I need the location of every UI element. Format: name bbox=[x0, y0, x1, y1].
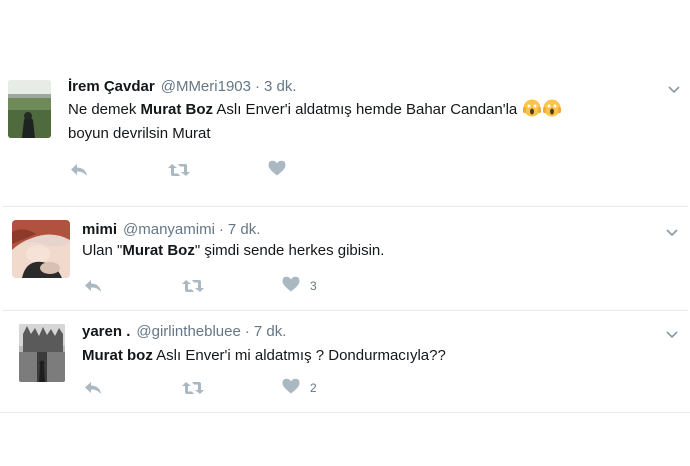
reply-icon[interactable] bbox=[84, 276, 102, 296]
tweet[interactable]: yaren . @girlinthebluee · 7 dk. Murat boz A… bbox=[2, 310, 688, 413]
heart-icon bbox=[282, 276, 300, 297]
text-segment: Ulan " bbox=[82, 242, 123, 259]
heart-icon bbox=[282, 378, 300, 399]
text-segment: Ne demek bbox=[68, 101, 141, 118]
text-segment: boyun devrilsin Murat bbox=[68, 125, 211, 142]
like-button[interactable] bbox=[268, 160, 296, 180]
like-button[interactable]: 2 bbox=[282, 378, 317, 398]
retweet-icon[interactable] bbox=[182, 276, 204, 296]
chevron-down-icon[interactable] bbox=[666, 327, 678, 339]
tweet[interactable]: mimi @manyamimi · 7 dk. Ulan "Murat Boz" şi… bbox=[2, 206, 688, 309]
retweet-icon[interactable] bbox=[182, 378, 204, 398]
mention-text: Murat Boz bbox=[122, 242, 195, 259]
reply-icon[interactable] bbox=[70, 160, 88, 180]
user-handle[interactable]: @MMeri1903 bbox=[161, 78, 251, 95]
mention-text: Murat boz bbox=[82, 347, 153, 364]
retweet-icon[interactable] bbox=[168, 160, 190, 180]
separator: · bbox=[244, 323, 250, 340]
screaming-face-icon bbox=[543, 99, 562, 117]
text-segment: " şimdi sende herkes gibisin. bbox=[194, 242, 385, 259]
like-button[interactable]: 3 bbox=[282, 276, 317, 296]
tweet[interactable]: İrem Çavdar @MMeri1903 · 3 dk. Ne demek Mur… bbox=[0, 66, 690, 194]
tweet-header: mimi @manyamimi · 7 dk. bbox=[82, 221, 260, 239]
tweet-text: Ulan "Murat Boz" şimdi sende herkes gibi… bbox=[82, 239, 662, 263]
avatar[interactable] bbox=[8, 80, 51, 138]
like-count: 3 bbox=[310, 279, 317, 293]
timestamp[interactable]: 7 dk. bbox=[254, 323, 287, 340]
timeline: İrem Çavdar @MMeri1903 · 3 dk. Ne demek Mur… bbox=[0, 0, 690, 466]
tweet-header: İrem Çavdar @MMeri1903 · 3 dk. bbox=[68, 78, 297, 96]
timestamp[interactable]: 3 dk. bbox=[264, 78, 297, 95]
like-count: 2 bbox=[310, 381, 317, 395]
display-name[interactable]: yaren . bbox=[82, 323, 130, 340]
separator: · bbox=[254, 78, 260, 95]
display-name[interactable]: İrem Çavdar bbox=[68, 78, 155, 95]
tweet-text: Ne demek Murat Boz Aslı Enver'i aldatmış… bbox=[68, 98, 658, 146]
user-handle[interactable]: @girlinthebluee bbox=[136, 323, 240, 340]
heart-icon bbox=[268, 160, 286, 181]
user-handle[interactable]: @manyamimi bbox=[123, 221, 215, 238]
tweet-header: yaren . @girlinthebluee · 7 dk. bbox=[82, 323, 286, 341]
tweet-text: Murat boz Aslı Enver'i mi aldatmış ? Don… bbox=[82, 344, 662, 368]
text-segment: Aslı Enver'i mi aldatmış ? Dondurmacıyla… bbox=[152, 347, 446, 364]
chevron-down-icon[interactable] bbox=[668, 82, 680, 94]
avatar[interactable] bbox=[12, 220, 70, 278]
mention-text: Murat Boz bbox=[140, 101, 214, 118]
timestamp[interactable]: 7 dk. bbox=[228, 221, 261, 238]
divider bbox=[0, 412, 690, 413]
text-segment: Aslı Enver'i aldatmış hemde Bahar Candan… bbox=[213, 101, 522, 118]
reply-icon[interactable] bbox=[84, 378, 102, 398]
separator: · bbox=[218, 221, 224, 238]
avatar[interactable] bbox=[19, 324, 65, 382]
display-name[interactable]: mimi bbox=[82, 221, 117, 238]
screaming-face-icon bbox=[523, 99, 542, 117]
chevron-down-icon[interactable] bbox=[666, 225, 678, 237]
